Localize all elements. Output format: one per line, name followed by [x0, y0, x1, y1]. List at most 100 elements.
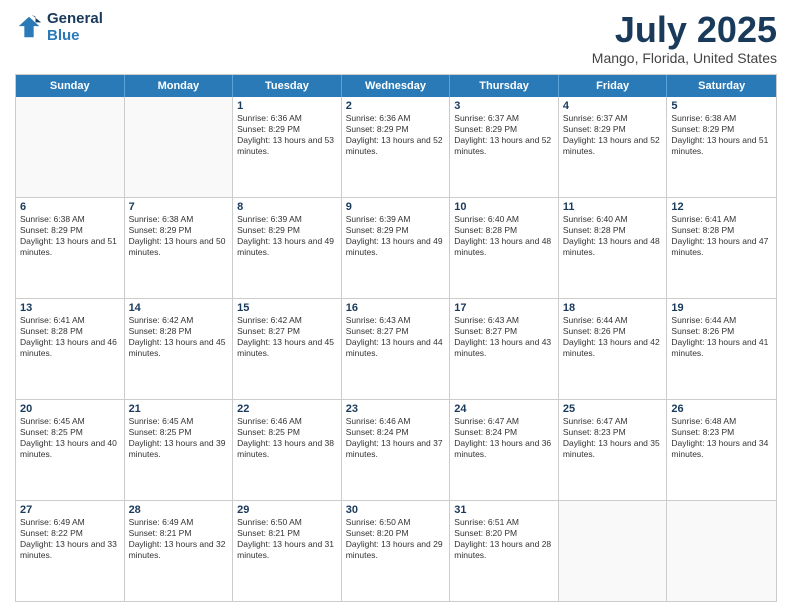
calendar-cell: 2Sunrise: 6:36 AMSunset: 8:29 PMDaylight…	[342, 97, 451, 197]
calendar-cell: 12Sunrise: 6:41 AMSunset: 8:28 PMDayligh…	[667, 198, 776, 298]
calendar-cell: 25Sunrise: 6:47 AMSunset: 8:23 PMDayligh…	[559, 400, 668, 500]
sunset-text: Sunset: 8:28 PM	[20, 326, 120, 337]
logo-text: General Blue	[47, 10, 103, 45]
sunset-text: Sunset: 8:26 PM	[563, 326, 663, 337]
daylight-text: Daylight: 13 hours and 40 minutes.	[20, 438, 120, 460]
logo: General Blue	[15, 10, 103, 45]
calendar-body: 1Sunrise: 6:36 AMSunset: 8:29 PMDaylight…	[16, 97, 776, 601]
sunrise-text: Sunrise: 6:45 AM	[20, 416, 120, 427]
day-number: 20	[20, 403, 120, 415]
sunrise-text: Sunrise: 6:36 AM	[237, 113, 337, 124]
calendar-cell: 9Sunrise: 6:39 AMSunset: 8:29 PMDaylight…	[342, 198, 451, 298]
sunrise-text: Sunrise: 6:46 AM	[237, 416, 337, 427]
calendar-row: 27Sunrise: 6:49 AMSunset: 8:22 PM Dayligh…	[16, 501, 776, 601]
calendar-cell: 1Sunrise: 6:36 AMSunset: 8:29 PMDaylight…	[233, 97, 342, 197]
daylight-text: Daylight: 13 hours and 52 minutes.	[563, 135, 663, 157]
calendar-cell: 11Sunrise: 6:40 AMSunset: 8:28 PMDayligh…	[559, 198, 668, 298]
weekday-header: Saturday	[667, 75, 776, 97]
day-number: 18	[563, 302, 663, 314]
day-number: 3	[454, 100, 554, 112]
calendar-cell: 20Sunrise: 6:45 AMSunset: 8:25 PMDayligh…	[16, 400, 125, 500]
daylight-text: Daylight: 13 hours and 45 minutes.	[237, 337, 337, 359]
day-number: 26	[671, 403, 772, 415]
sunset-text: Sunset: 8:22 PM	[20, 528, 120, 539]
day-number: 27	[20, 504, 120, 516]
calendar-cell: 31Sunrise: 6:51 AMSunset: 8:20 PMDayligh…	[450, 501, 559, 601]
day-number: 10	[454, 201, 554, 213]
calendar-cell: 30Sunrise: 6:50 AMSunset: 8:20 PMDayligh…	[342, 501, 451, 601]
sunset-text: Sunset: 8:26 PM	[671, 326, 772, 337]
weekday-header: Thursday	[450, 75, 559, 97]
day-number: 23	[346, 403, 446, 415]
day-number: 8	[237, 201, 337, 213]
daylight-text: Daylight: 13 hours and 35 minutes.	[563, 438, 663, 460]
day-number: 22	[237, 403, 337, 415]
calendar-row: 13Sunrise: 6:41 AMSunset: 8:28 PMDayligh…	[16, 299, 776, 400]
daylight-text: Daylight: 13 hours and 51 minutes.	[671, 135, 772, 157]
calendar-cell: 15Sunrise: 6:42 AMSunset: 8:27 PMDayligh…	[233, 299, 342, 399]
sunrise-text: Sunrise: 6:50 AM	[346, 517, 446, 528]
sunset-text: Sunset: 8:23 PM	[563, 427, 663, 438]
sunrise-text: Sunrise: 6:50 AM	[237, 517, 337, 528]
daylight-text: Daylight: 13 hours and 41 minutes.	[671, 337, 772, 359]
sunset-text: Sunset: 8:23 PM	[671, 427, 772, 438]
calendar-cell: 13Sunrise: 6:41 AMSunset: 8:28 PMDayligh…	[16, 299, 125, 399]
sunset-text: Sunset: 8:29 PM	[237, 124, 337, 135]
daylight-text: Daylight: 13 hours and 49 minutes.	[346, 236, 446, 258]
calendar-cell: 23Sunrise: 6:46 AMSunset: 8:24 PMDayligh…	[342, 400, 451, 500]
weekday-header: Sunday	[16, 75, 125, 97]
calendar-cell: 24Sunrise: 6:47 AMSunset: 8:24 PMDayligh…	[450, 400, 559, 500]
daylight-text: Daylight: 13 hours and 50 minutes.	[129, 236, 229, 258]
calendar-cell: 3Sunrise: 6:37 AMSunset: 8:29 PMDaylight…	[450, 97, 559, 197]
sunset-text: Sunset: 8:28 PM	[129, 326, 229, 337]
calendar-cell: 21Sunrise: 6:45 AMSunset: 8:25 PMDayligh…	[125, 400, 234, 500]
day-number: 24	[454, 403, 554, 415]
sunrise-text: Sunrise: 6:51 AM	[454, 517, 554, 528]
sunset-text: Sunset: 8:29 PM	[671, 124, 772, 135]
calendar-cell: 19Sunrise: 6:44 AMSunset: 8:26 PMDayligh…	[667, 299, 776, 399]
sunrise-text: Sunrise: 6:44 AM	[671, 315, 772, 326]
daylight-text: Daylight: 13 hours and 45 minutes.	[129, 337, 229, 359]
sunset-text: Sunset: 8:25 PM	[129, 427, 229, 438]
sunrise-text: Sunrise: 6:49 AM	[20, 517, 120, 528]
calendar-header: SundayMondayTuesdayWednesdayThursdayFrid…	[16, 75, 776, 97]
header: General Blue July 2025 Mango, Florida, U…	[15, 10, 777, 66]
daylight-text: Daylight: 13 hours and 28 minutes.	[454, 539, 554, 561]
day-number: 2	[346, 100, 446, 112]
daylight-text: Daylight: 13 hours and 31 minutes.	[237, 539, 337, 561]
day-number: 5	[671, 100, 772, 112]
sunset-text: Sunset: 8:21 PM	[237, 528, 337, 539]
sunset-text: Sunset: 8:29 PM	[563, 124, 663, 135]
calendar-cell: 17Sunrise: 6:43 AMSunset: 8:27 PMDayligh…	[450, 299, 559, 399]
sunset-text: Sunset: 8:24 PM	[346, 427, 446, 438]
calendar-cell: 10Sunrise: 6:40 AMSunset: 8:28 PMDayligh…	[450, 198, 559, 298]
sunset-text: Sunset: 8:29 PM	[346, 124, 446, 135]
daylight-text: Daylight: 13 hours and 48 minutes.	[454, 236, 554, 258]
day-number: 4	[563, 100, 663, 112]
day-number: 28	[129, 504, 229, 516]
sunrise-text: Sunrise: 6:45 AM	[129, 416, 229, 427]
calendar-cell: 28Sunrise: 6:49 AMSunset: 8:21 PMDayligh…	[125, 501, 234, 601]
calendar-cell: 5Sunrise: 6:38 AMSunset: 8:29 PMDaylight…	[667, 97, 776, 197]
daylight-text: Daylight: 13 hours and 44 minutes.	[346, 337, 446, 359]
daylight-text: Daylight: 13 hours and 36 minutes.	[454, 438, 554, 460]
day-number: 1	[237, 100, 337, 112]
sunrise-text: Sunrise: 6:47 AM	[563, 416, 663, 427]
calendar-cell	[16, 97, 125, 197]
sunrise-text: Sunrise: 6:39 AM	[346, 214, 446, 225]
daylight-text: Daylight: 13 hours and 52 minutes.	[454, 135, 554, 157]
day-number: 13	[20, 302, 120, 314]
sunset-text: Sunset: 8:27 PM	[237, 326, 337, 337]
sunset-text: Sunset: 8:28 PM	[454, 225, 554, 236]
daylight-text: Daylight: 13 hours and 46 minutes.	[20, 337, 120, 359]
calendar-cell: 16Sunrise: 6:43 AMSunset: 8:27 PMDayligh…	[342, 299, 451, 399]
day-number: 31	[454, 504, 554, 516]
calendar-cell: 18Sunrise: 6:44 AMSunset: 8:26 PMDayligh…	[559, 299, 668, 399]
sunset-text: Sunset: 8:28 PM	[563, 225, 663, 236]
day-number: 14	[129, 302, 229, 314]
title-block: July 2025 Mango, Florida, United States	[592, 10, 777, 66]
sunset-text: Sunset: 8:29 PM	[20, 225, 120, 236]
sunset-text: Sunset: 8:29 PM	[237, 225, 337, 236]
page: General Blue July 2025 Mango, Florida, U…	[0, 0, 792, 612]
sunrise-text: Sunrise: 6:38 AM	[671, 113, 772, 124]
